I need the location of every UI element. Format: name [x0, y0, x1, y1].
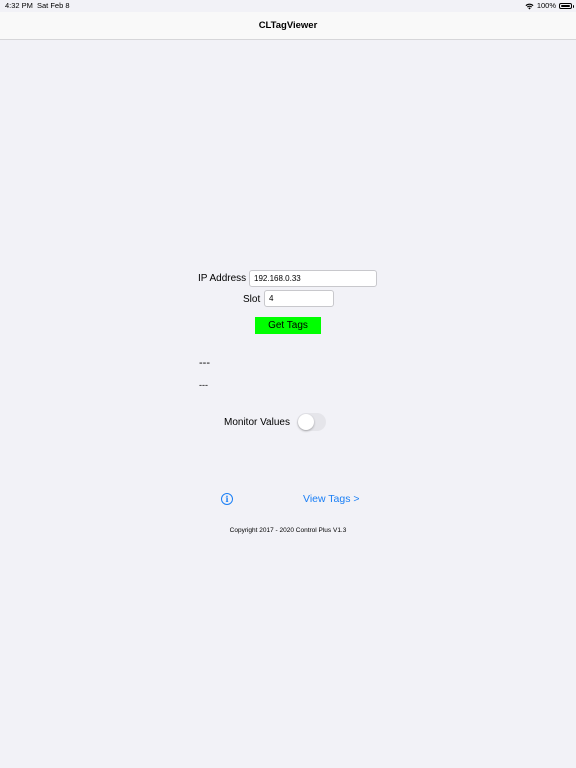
status-right: 100% — [525, 0, 574, 12]
ip-address-input[interactable] — [249, 270, 377, 287]
wifi-icon — [525, 3, 534, 9]
nav-title: CLTagViewer — [258, 20, 318, 31]
nav-bar: CLTagViewer — [0, 12, 576, 40]
toggle-knob — [298, 414, 314, 430]
output-line-2: --- — [199, 380, 208, 390]
slot-input[interactable] — [264, 290, 334, 307]
monitor-values-label: Monitor Values — [224, 417, 290, 428]
output-line-1: --- — [199, 357, 210, 369]
status-time: 4:32 PM — [5, 1, 33, 10]
battery-icon — [559, 3, 574, 9]
battery-percent: 100% — [536, 1, 556, 10]
view-tags-link[interactable]: View Tags > — [303, 493, 360, 505]
ip-address-label: IP Address — [198, 273, 247, 284]
slot-label: Slot — [243, 294, 261, 305]
status-bar: 4:32 PM Sat Feb 8 100% — [0, 0, 576, 12]
status-date: Sat Feb 8 — [37, 1, 70, 10]
copyright-text: Copyright 2017 - 2020 Control Plus V1.3 — [229, 527, 347, 534]
info-icon[interactable]: i — [221, 493, 233, 505]
get-tags-button[interactable]: Get Tags — [255, 317, 321, 334]
monitor-values-toggle[interactable] — [297, 413, 326, 431]
